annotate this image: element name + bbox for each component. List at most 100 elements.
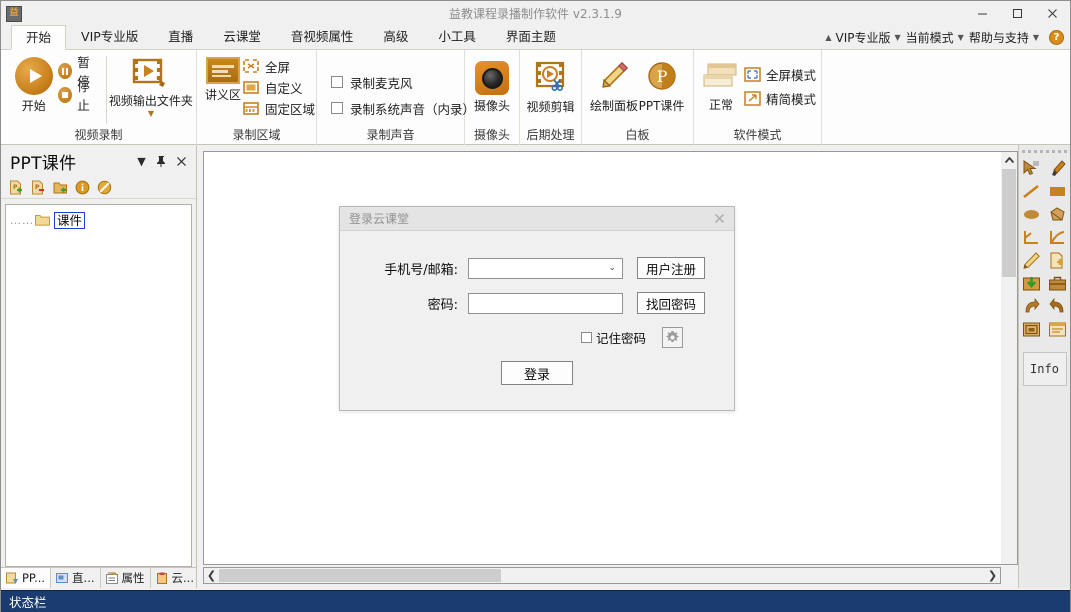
current-mode-menu[interactable]: 当前模式: [906, 29, 954, 46]
disable-icon[interactable]: [97, 180, 112, 195]
dialog-close-button[interactable]: [708, 209, 730, 229]
chevron-down-icon[interactable]: ▼: [958, 33, 964, 42]
video-edit-button[interactable]: 视频剪辑: [527, 58, 575, 115]
scroll-up-arrow-icon[interactable]: [1001, 152, 1017, 169]
remove-ppt-icon[interactable]: P: [31, 180, 46, 195]
bottom-tab-live[interactable]: 直...: [51, 568, 100, 588]
dock-grip-handle[interactable]: [1022, 150, 1067, 153]
find-password-button[interactable]: 找回密码: [637, 292, 705, 314]
maximize-button[interactable]: [1000, 1, 1035, 25]
chevron-down-icon[interactable]: ▼: [148, 110, 154, 118]
add-ppt-icon[interactable]: P: [9, 180, 24, 195]
fullscreen-area-button[interactable]: 全屏: [243, 56, 315, 77]
page-add-icon[interactable]: [1046, 251, 1070, 269]
bottom-tab-ppt[interactable]: PP...: [1, 568, 51, 588]
login-button[interactable]: 登录: [501, 361, 573, 385]
scroll-right-arrow-icon[interactable]: ❯: [985, 568, 1000, 583]
start-recording-button[interactable]: 开始: [9, 54, 58, 114]
group-label-video-recording: 视频录制: [1, 128, 196, 145]
horizontal-scrollbar[interactable]: ❮ ❯: [203, 567, 1001, 584]
vip-pro-menu[interactable]: VIP专业版: [836, 29, 891, 46]
password-input[interactable]: [468, 293, 623, 314]
horizontal-scroll-thumb[interactable]: [219, 569, 501, 582]
chevron-down-icon[interactable]: ▼: [895, 33, 901, 42]
curve-icon[interactable]: [1046, 228, 1070, 246]
app-icon: 益: [6, 6, 22, 22]
bottom-tab-properties[interactable]: 属性: [101, 568, 151, 588]
minimize-button[interactable]: [965, 1, 1000, 25]
question-mark-icon[interactable]: ?: [1049, 30, 1064, 45]
video-output-folder-label: 视频输出文件夹: [109, 92, 193, 109]
courseware-tree[interactable]: …… 课件: [5, 204, 192, 567]
tab-advanced[interactable]: 高级: [368, 24, 423, 49]
tab-ui-theme[interactable]: 界面主题: [491, 24, 571, 49]
chevron-down-icon[interactable]: ▼: [1033, 33, 1039, 42]
redo-icon[interactable]: [1020, 297, 1044, 315]
record-microphone-checkbox[interactable]: 录制麦克风: [331, 69, 413, 95]
import-icon[interactable]: [1020, 274, 1044, 292]
layers-icon[interactable]: [1020, 320, 1044, 338]
add-folder-icon[interactable]: [53, 180, 68, 195]
scroll-left-arrow-icon[interactable]: ❮: [204, 568, 219, 583]
phone-input[interactable]: ⌄: [468, 258, 623, 279]
vertical-scroll-track[interactable]: [1001, 169, 1017, 547]
normal-mode-button[interactable]: 正常: [702, 58, 740, 113]
group-label-post-processing: 后期处理: [520, 128, 581, 145]
horizontal-scroll-track[interactable]: [219, 568, 985, 583]
chevron-down-icon[interactable]: ⌄: [608, 263, 620, 273]
tab-av-properties[interactable]: 音视频属性: [276, 24, 369, 49]
toolbox-icon[interactable]: [1046, 274, 1070, 292]
panel-toolbar: P P: [1, 177, 196, 199]
tab-live[interactable]: 直播: [153, 24, 208, 49]
pin-icon[interactable]: [153, 153, 170, 170]
angle-curve-icon[interactable]: [1020, 228, 1044, 246]
video-output-folder-button[interactable]: 视频输出文件夹 ▼: [114, 54, 188, 118]
tree-item-label: 课件: [54, 212, 85, 229]
ribbon-group-camera: 摄像头 摄像头: [465, 50, 520, 145]
compact-mode-label: 精简模式: [766, 89, 816, 108]
line-icon[interactable]: [1020, 182, 1044, 200]
chevron-up-icon: ▲: [825, 33, 831, 42]
tree-item-courseware[interactable]: …… 课件: [10, 211, 187, 229]
scroll-down-arrow-icon[interactable]: [1001, 547, 1017, 564]
undo-icon[interactable]: [1046, 297, 1070, 315]
vertical-scrollbar[interactable]: [1001, 151, 1018, 565]
compact-mode-button[interactable]: 精简模式: [744, 86, 816, 110]
tab-tools[interactable]: 小工具: [423, 24, 491, 49]
fixed-area-button[interactable]: 固定区域: [243, 98, 315, 119]
tab-start[interactable]: 开始: [11, 25, 66, 50]
custom-area-button[interactable]: 自定义: [243, 77, 315, 98]
polygon-icon[interactable]: [1046, 205, 1070, 223]
ellipse-icon[interactable]: [1020, 205, 1044, 223]
checkbox-icon[interactable]: [331, 76, 343, 88]
ppt-courseware-button[interactable]: P PPT课件: [638, 58, 685, 114]
camera-icon: [475, 61, 509, 95]
fullscreen-mode-button[interactable]: 全屏模式: [744, 62, 816, 86]
gear-icon[interactable]: [662, 327, 683, 348]
close-icon[interactable]: [173, 153, 190, 170]
checkbox-icon[interactable]: [331, 102, 343, 114]
bottom-tab-cloud[interactable]: 云...: [151, 568, 200, 588]
note-icon[interactable]: [1046, 320, 1070, 338]
cursor-select-icon[interactable]: [1020, 159, 1044, 177]
tab-vip-pro[interactable]: VIP专业版: [66, 24, 153, 49]
tab-cloud-class[interactable]: 云课堂: [208, 24, 276, 49]
paintbrush-icon[interactable]: [1046, 159, 1070, 177]
info-icon[interactable]: [75, 180, 90, 195]
camera-button[interactable]: 摄像头: [473, 58, 511, 114]
remember-password-checkbox[interactable]: [581, 332, 592, 343]
rectangle-icon[interactable]: [1046, 182, 1070, 200]
vertical-scroll-thumb[interactable]: [1002, 169, 1016, 277]
draw-panel-button[interactable]: 绘制面板: [590, 58, 638, 114]
camera-label: 摄像头: [474, 97, 510, 114]
info-box[interactable]: Info: [1023, 352, 1067, 386]
register-button[interactable]: 用户注册: [637, 257, 705, 279]
stop-recording-button[interactable]: 停止: [58, 83, 99, 107]
close-button[interactable]: [1035, 1, 1070, 25]
help-support-menu[interactable]: 帮助与支持: [969, 29, 1029, 46]
pencil-icon[interactable]: [1020, 251, 1044, 269]
tab-strip-right-actions: ▲ VIP专业版 ▼ 当前模式 ▼ 帮助与支持 ▼ ?: [825, 29, 1064, 46]
record-system-audio-checkbox[interactable]: 录制系统声音（内录）: [331, 95, 475, 121]
chevron-down-icon[interactable]: ▼: [133, 153, 150, 170]
lecture-area-button[interactable]: 讲义区: [205, 54, 241, 103]
